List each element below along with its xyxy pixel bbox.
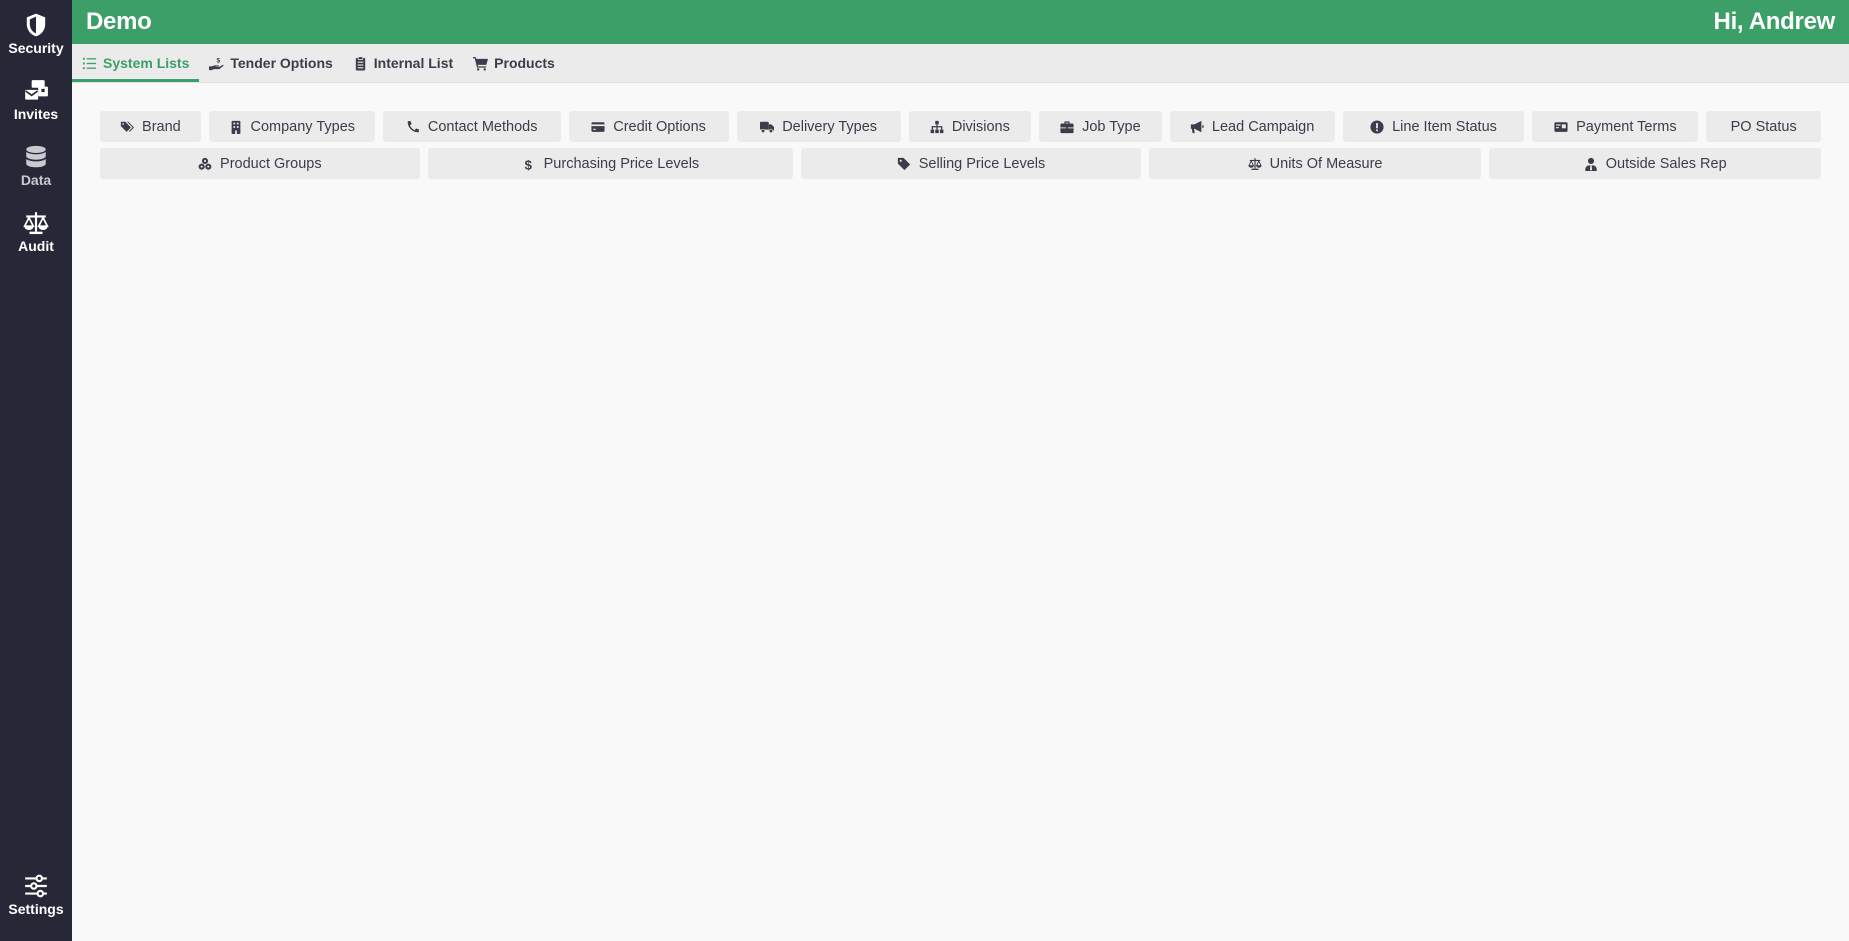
tab-label: Tender Options [230, 55, 333, 71]
id-card-icon [1554, 121, 1568, 132]
units-of-measure-button[interactable]: Units Of Measure [1148, 148, 1482, 179]
shield-icon [26, 13, 46, 37]
line-item-status-button[interactable]: Line Item Status [1342, 111, 1525, 142]
app-title: Demo [86, 8, 152, 35]
brand-button[interactable]: Brand [100, 111, 201, 142]
sitemap-icon [930, 120, 944, 133]
sliders-icon [25, 874, 47, 898]
list-icon [82, 57, 97, 69]
sidebar-item-data[interactable]: Data [0, 132, 72, 198]
sidebar-item-label: Settings [8, 901, 64, 917]
user-tie-icon [1585, 157, 1597, 171]
app-header: Demo Hi, Andrew [72, 0, 1849, 44]
selling-price-levels-button[interactable]: Selling Price Levels [801, 148, 1141, 179]
payment-terms-button[interactable]: Payment Terms [1532, 111, 1699, 142]
tab-system-lists[interactable]: System Lists [72, 44, 200, 82]
company-types-button[interactable]: Company Types [208, 111, 375, 142]
system-lists-grid: Brand Company Types Contact Methods Cred… [100, 111, 1821, 185]
button-label: Product Groups [220, 155, 322, 172]
button-label: Brand [142, 118, 181, 135]
list-row-1: Brand Company Types Contact Methods Cred… [100, 111, 1821, 142]
credit-card-icon [591, 121, 605, 132]
balance-scale-icon [1247, 157, 1262, 170]
tab-tender-options[interactable]: $ Tender Options [199, 44, 342, 82]
sidebar-item-label: Data [20, 172, 52, 188]
button-label: Job Type [1082, 118, 1141, 135]
product-groups-button[interactable]: Product Groups [100, 148, 420, 179]
sidebar-item-audit[interactable]: Audit [0, 198, 72, 264]
button-label: Payment Terms [1576, 118, 1677, 135]
button-label: Credit Options [613, 118, 706, 135]
po-status-button[interactable]: PO Status [1706, 111, 1821, 142]
job-type-button[interactable]: Job Type [1039, 111, 1162, 142]
user-greeting[interactable]: Hi, Andrew [1714, 8, 1836, 36]
sidebar-item-label: Security [8, 40, 64, 56]
balance-scale-icon [23, 212, 49, 235]
sidebar-item-settings[interactable]: Settings [0, 861, 72, 927]
credit-options-button[interactable]: Credit Options [568, 111, 729, 142]
sidebar-item-label: Invites [13, 106, 59, 122]
svg-text:$: $ [217, 57, 221, 64]
outside-sales-rep-button[interactable]: Outside Sales Rep [1489, 148, 1821, 179]
list-row-2: Product Groups $ Purchasing Price Levels… [100, 148, 1821, 179]
button-label: Contact Methods [427, 118, 538, 135]
dollar-icon: $ [524, 157, 532, 171]
tag-icon [897, 157, 910, 170]
lead-campaign-button[interactable]: Lead Campaign [1169, 111, 1335, 142]
button-label: Lead Campaign [1211, 118, 1315, 135]
svg-text:$: $ [524, 157, 532, 171]
bullhorn-icon [1190, 120, 1204, 133]
building-icon [231, 120, 240, 134]
tab-label: Products [494, 55, 555, 71]
button-label: Selling Price Levels [918, 155, 1046, 172]
envelope-stack-icon [25, 80, 48, 100]
purchasing-price-levels-button[interactable]: $ Purchasing Price Levels [427, 148, 794, 179]
button-label: Purchasing Price Levels [543, 155, 700, 172]
cubes-icon [198, 157, 212, 170]
contact-methods-button[interactable]: Contact Methods [382, 111, 561, 142]
sidebar: Security Invites Data Audit Settings [0, 0, 72, 941]
tab-label: Internal List [373, 55, 454, 71]
tab-bar: System Lists $ Tender Options Internal L… [72, 44, 1849, 83]
truck-icon [760, 121, 775, 133]
tab-label: System Lists [103, 55, 190, 71]
clipboard-icon [355, 55, 365, 71]
button-label: Company Types [250, 118, 356, 135]
tab-internal-list[interactable]: Internal List [343, 44, 463, 82]
sidebar-item-invites[interactable]: Invites [0, 66, 72, 132]
hand-dollar-icon: $ [209, 57, 224, 70]
button-label: Units Of Measure [1269, 155, 1383, 172]
tab-products[interactable]: Products [463, 44, 565, 82]
database-icon [26, 145, 46, 168]
delivery-types-button[interactable]: Delivery Types [736, 111, 901, 142]
button-label: Divisions [951, 118, 1010, 135]
tags-icon [120, 121, 135, 132]
sidebar-item-label: Audit [18, 238, 54, 254]
button-label: Line Item Status [1392, 118, 1497, 135]
cart-icon [473, 56, 489, 71]
button-label: PO Status [1730, 118, 1797, 135]
button-label: Delivery Types [782, 118, 878, 135]
exclamation-circle-icon [1370, 119, 1384, 134]
button-label: Outside Sales Rep [1605, 155, 1727, 172]
sidebar-item-security[interactable]: Security [0, 0, 72, 66]
divisions-button[interactable]: Divisions [908, 111, 1032, 142]
briefcase-icon [1060, 120, 1074, 133]
phone-icon [407, 120, 419, 132]
